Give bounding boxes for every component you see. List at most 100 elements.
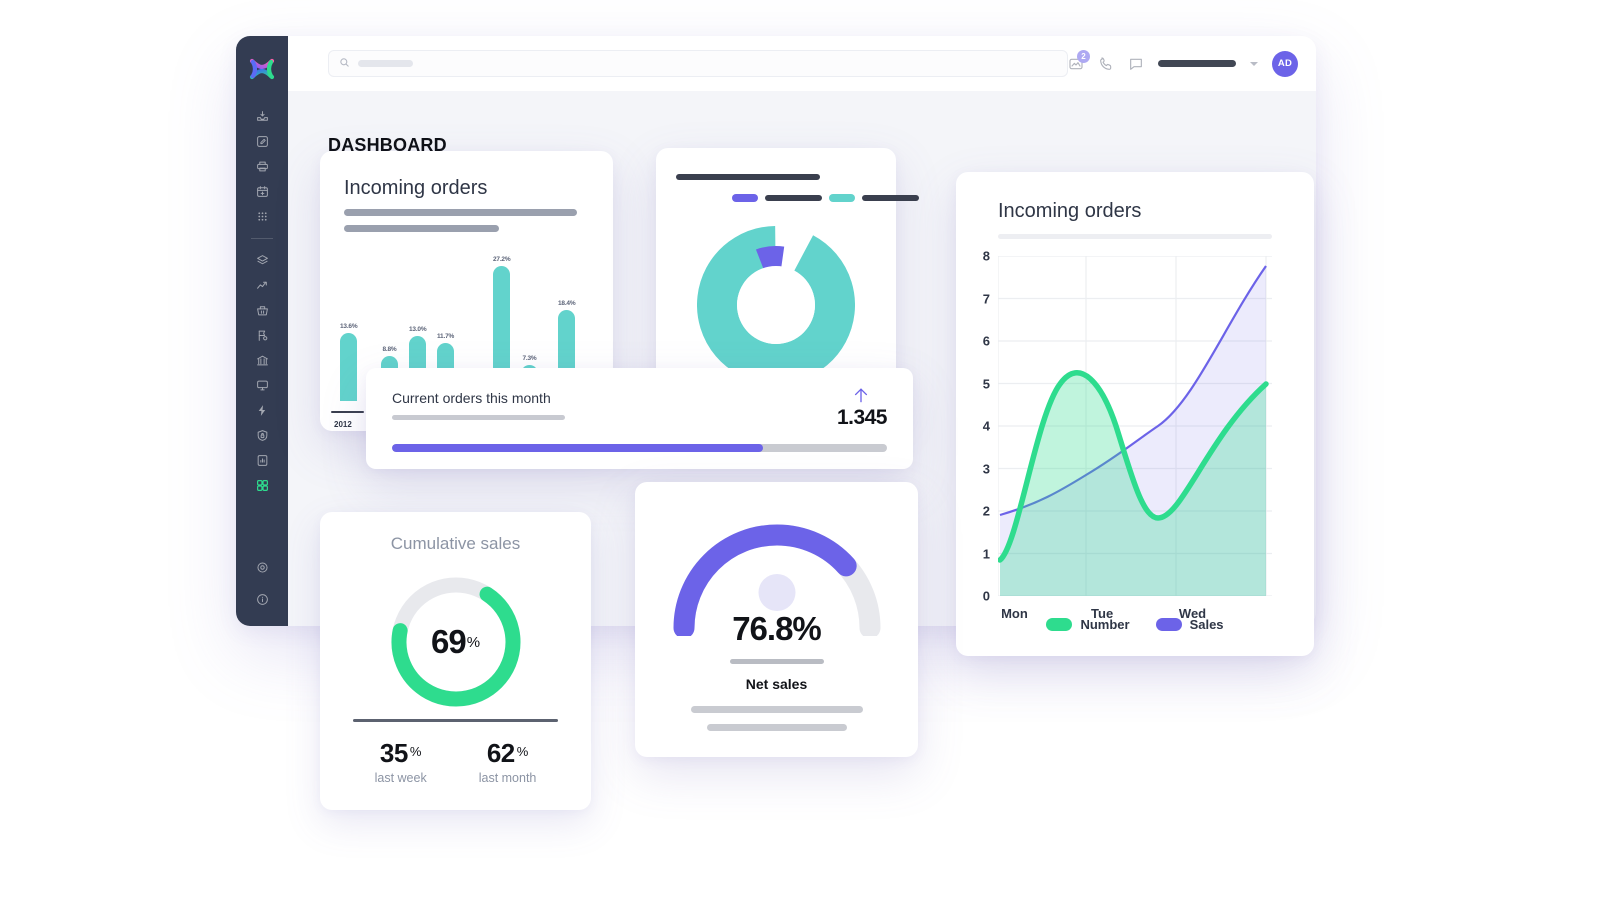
current-orders-subtitle-placeholder [392, 415, 565, 420]
cumulative-sales-divider [353, 719, 558, 722]
chevron-down-icon[interactable] [1250, 61, 1258, 66]
sidebar-item-calendar-add[interactable] [247, 179, 277, 204]
net-sales-placeholder-line-2 [706, 724, 847, 731]
phone-icon[interactable] [1098, 56, 1114, 72]
sidebar-item-printer[interactable] [247, 154, 277, 179]
sidebar-item-layers-stack[interactable] [247, 248, 277, 273]
sidebar-item-clipboard-chart[interactable] [247, 448, 277, 473]
y-tick: 1 [982, 546, 990, 561]
net-sales-divider [729, 659, 824, 664]
legend-swatch-purple [732, 194, 758, 202]
cumulative-sales-ring[interactable]: 69% [386, 572, 526, 712]
current-orders-value: 1.345 [836, 406, 888, 429]
y-tick: 5 [982, 376, 990, 391]
y-tick: 7 [982, 291, 990, 306]
y-tick: 0 [982, 588, 990, 604]
y-tick: 8 [982, 248, 990, 264]
stat-unit: % [516, 743, 529, 759]
bar-card-placeholder-line-1 [344, 209, 577, 216]
search-icon [339, 55, 350, 73]
stat-last-month: 62% last month [479, 738, 537, 785]
sidebar [236, 36, 288, 626]
topbar: 2 AD [288, 36, 1316, 91]
screenshot-stage: 2 AD DASHBOARD Incoming orders 13.6% 8.8… [0, 0, 1600, 900]
stat-unit: % [409, 743, 422, 759]
cumulative-sales-stats: 35% last week 62% last month [320, 738, 591, 785]
info-circle-icon[interactable] [247, 587, 277, 612]
y-tick: 6 [982, 333, 990, 349]
legend-item-sales[interactable]: Sales [1155, 617, 1224, 632]
current-orders-progress-track[interactable] [392, 444, 887, 452]
search-placeholder-bar [358, 60, 413, 67]
bar-label: 18.4% [558, 300, 576, 307]
legend-item-number[interactable]: Number [1046, 617, 1130, 632]
donut-legend [732, 194, 919, 202]
cumulative-sales-unit: % [466, 633, 481, 651]
stat-value: 62 [486, 738, 515, 768]
user-name-masked [1158, 60, 1236, 67]
sidebar-item-lock-shield[interactable] [247, 423, 277, 448]
bar-card-placeholder-line-2 [344, 225, 499, 232]
bar-label: 8.8% [382, 346, 397, 353]
net-sales-gauge-card: 76.8% Net sales [635, 482, 918, 757]
cumulative-sales-value: 69 [430, 623, 467, 660]
sidebar-item-flag-target[interactable] [247, 323, 277, 348]
current-orders-title: Current orders this month [392, 390, 551, 406]
bar-card-title: Incoming orders [344, 177, 488, 199]
stat-label: last month [478, 771, 537, 785]
sidebar-item-lightning-bolt[interactable] [247, 398, 277, 423]
sidebar-nav [247, 104, 277, 498]
image-card-icon[interactable]: 2 [1068, 49, 1090, 72]
y-tick: 3 [982, 461, 990, 476]
gauge-center-knob [758, 574, 795, 611]
cumulative-sales-title: Cumulative sales [390, 534, 521, 553]
sidebar-item-note-edit[interactable] [247, 129, 277, 154]
sidebar-item-trending-up[interactable] [247, 273, 277, 298]
line-chart: 8 7 6 5 4 3 2 1 0 Mon Tue Wed [983, 249, 1272, 621]
y-tick: 4 [982, 418, 990, 434]
chat-bubble-icon[interactable] [1128, 56, 1144, 72]
bar-label: 13.6% [340, 323, 358, 330]
bar-label: 27.2% [493, 256, 511, 263]
line-chart-svg[interactable] [997, 255, 1272, 597]
bar-label: 7.3% [522, 355, 537, 362]
legend-swatch-sales [1155, 618, 1182, 631]
line-card-rule [998, 234, 1272, 239]
x-logo-icon[interactable] [245, 52, 279, 86]
search-input[interactable] [328, 50, 1068, 77]
stat-label: last week [374, 771, 427, 785]
sidebar-item-monitor[interactable] [247, 373, 277, 398]
cumulative-sales-card: Cumulative sales 69% 35% last week 62% l… [320, 512, 591, 810]
sidebar-item-bank-building[interactable] [247, 348, 277, 373]
stat-last-week: 35% last week [375, 738, 427, 785]
sidebar-item-inbox-download[interactable] [247, 104, 277, 129]
net-sales-label: Net sales [745, 676, 808, 692]
line-card-title: Incoming orders [998, 200, 1142, 222]
sidebar-item-grid-apps[interactable] [247, 204, 277, 229]
topbar-actions: 2 AD [1068, 49, 1298, 77]
incoming-orders-line-card: Incoming orders 8 7 6 5 4 3 2 1 0 Mon Tu… [956, 172, 1314, 656]
cumulative-sales-center: 69% [386, 572, 526, 712]
bar-axis-tick [331, 410, 364, 413]
sidebar-bottom-nav [236, 555, 288, 612]
donut-chart[interactable] [697, 226, 855, 384]
net-sales-value: 76.8% [732, 610, 822, 647]
bar-axis-label: 2012 [334, 420, 352, 429]
donut-card-title-placeholder [676, 174, 820, 180]
legend-label-placeholder [765, 195, 822, 201]
legend-label-sales: Sales [1189, 617, 1224, 632]
bar[interactable] [340, 333, 358, 401]
net-sales-placeholder-line-1 [690, 706, 863, 713]
avatar[interactable]: AD [1272, 50, 1298, 77]
legend-swatch-teal [829, 194, 855, 202]
current-orders-progress-fill [392, 444, 764, 452]
sidebar-divider [251, 238, 273, 239]
bar-label: 13.0% [409, 326, 427, 333]
sidebar-item-dashboard-blocks[interactable] [247, 473, 277, 498]
legend-swatch-number [1046, 618, 1073, 631]
legend-label-placeholder [862, 195, 919, 201]
stat-value: 35 [379, 738, 408, 768]
notification-badge: 2 [1077, 49, 1090, 63]
settings-gear-icon[interactable] [247, 555, 277, 580]
sidebar-item-shopping-basket[interactable] [247, 298, 277, 323]
